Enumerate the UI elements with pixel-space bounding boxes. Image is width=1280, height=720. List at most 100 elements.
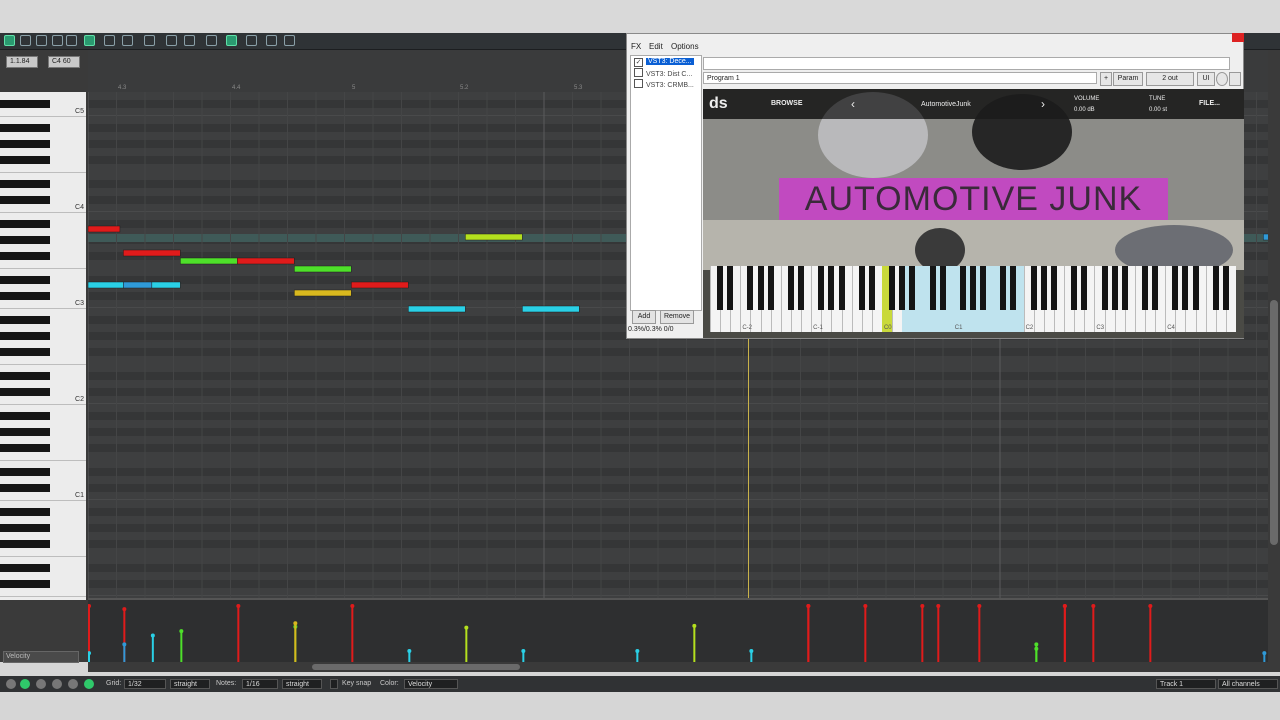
fx-name-field[interactable] [703,57,1230,70]
midi-note[interactable] [294,265,352,273]
black-key[interactable] [0,508,50,516]
black-key[interactable] [0,580,50,588]
black-key[interactable] [0,412,50,420]
metronome-icon[interactable] [266,35,277,46]
black-key[interactable] [1010,266,1017,310]
black-key[interactable] [1172,266,1179,310]
black-key[interactable] [0,428,50,436]
checkbox-icon[interactable] [634,79,643,88]
midi-note[interactable] [88,281,124,289]
black-key[interactable] [818,266,825,310]
black-key[interactable] [1121,266,1128,310]
channel-select[interactable]: All channels [1218,679,1278,689]
ui-button[interactable]: UI [1197,72,1215,86]
fx-menu-options[interactable]: Options [671,42,699,51]
velocity-handle[interactable] [692,623,697,628]
velocity-handle[interactable] [150,633,155,638]
power-icon[interactable] [1216,72,1228,86]
velocity-handle[interactable] [122,607,127,612]
repeat-icon[interactable] [84,679,94,689]
horizontal-scrollbar[interactable] [88,662,1268,672]
midi-note[interactable] [180,257,238,265]
piano-keyboard[interactable]: C5 C4 C3 C2 C1 [0,92,86,600]
black-key[interactable] [858,266,865,310]
black-key[interactable] [970,266,976,310]
piano-roll-icon[interactable] [4,35,15,46]
black-key[interactable] [1050,266,1057,310]
velocity-lane-selector[interactable]: Velocity [3,651,79,663]
black-key[interactable] [909,266,916,310]
black-key[interactable] [798,266,805,310]
black-key[interactable] [0,252,50,260]
list-icon[interactable] [166,35,177,46]
black-key[interactable] [0,372,50,380]
velocity-handle[interactable] [863,604,868,608]
black-key[interactable] [767,266,774,310]
plugin-keyboard[interactable]: C-2 C-1 C0 C1 C2 C3 C4 [710,266,1236,332]
white-key[interactable] [1165,266,1167,332]
white-key[interactable] [1205,266,1207,332]
black-key[interactable] [0,100,50,108]
next-preset-icon[interactable]: › [1041,97,1045,111]
midi-note[interactable] [465,233,523,241]
note-display[interactable]: C4 60 [48,56,80,68]
fx-menu-fx[interactable]: FX [631,42,641,51]
velocity-handle[interactable] [407,648,412,653]
black-key[interactable] [747,266,754,310]
midi-note[interactable] [351,281,409,289]
black-key[interactable] [0,180,50,188]
black-key[interactable] [717,266,724,310]
crop-icon[interactable] [206,35,217,46]
black-key[interactable] [1071,266,1078,310]
tune-value[interactable]: 0.00 st [1149,107,1167,113]
prev-preset-icon[interactable]: ‹ [851,97,855,111]
black-key[interactable] [959,266,966,310]
midi-note[interactable] [522,305,580,313]
param-button[interactable]: Param [1113,72,1143,86]
black-key[interactable] [1111,266,1118,310]
velocity-handle[interactable] [1034,642,1039,647]
color-mode-select[interactable]: Velocity [404,679,458,689]
black-key[interactable] [727,266,734,310]
black-key[interactable] [868,266,875,310]
velocity-handle[interactable] [1062,604,1067,608]
notation-icon[interactable] [52,35,63,46]
midi-note[interactable] [123,281,153,289]
black-key[interactable] [0,348,50,356]
black-key[interactable] [1212,266,1219,310]
zoom-icon[interactable] [184,35,195,46]
black-key[interactable] [838,266,845,310]
draw-mode-icon[interactable] [84,35,95,46]
velocity-handle[interactable] [1262,651,1267,656]
black-key[interactable] [0,156,50,164]
midi-note[interactable] [408,305,466,313]
pause-icon[interactable] [36,679,46,689]
fx-chain-item[interactable]: VST3: Dist C... [634,68,692,78]
velocity-lane[interactable] [88,598,1268,662]
white-key[interactable] [1064,266,1066,332]
black-key[interactable] [0,332,50,340]
white-key[interactable] [1023,266,1025,332]
black-key[interactable] [0,524,50,532]
bypass-checkbox[interactable] [1229,72,1241,86]
midi-note[interactable] [151,281,181,289]
named-notes-icon[interactable] [20,35,31,46]
velocity-handle[interactable] [1148,604,1153,608]
fx-chain-list[interactable]: ✓ VST3: Dece... VST3: Dist C... VST3: CRM… [630,55,702,311]
black-key[interactable] [1182,266,1189,310]
fx-chain-item[interactable]: ✓ VST3: Dece... [634,57,694,67]
black-key[interactable] [0,276,50,284]
black-key[interactable] [757,266,764,310]
velocity-handle[interactable] [179,629,184,634]
stop-icon[interactable] [52,679,62,689]
vertical-scroll-thumb[interactable] [1270,300,1278,545]
white-key[interactable] [851,266,853,332]
grid-select[interactable]: 1/32 [124,679,166,689]
rewind-icon[interactable] [6,679,16,689]
position-display[interactable]: 1.1.84 [6,56,38,68]
black-key[interactable] [1101,266,1108,310]
black-key[interactable] [1152,266,1159,310]
event-list-icon[interactable] [36,35,47,46]
velocity-handle[interactable] [521,648,526,653]
black-key[interactable] [1192,266,1199,310]
